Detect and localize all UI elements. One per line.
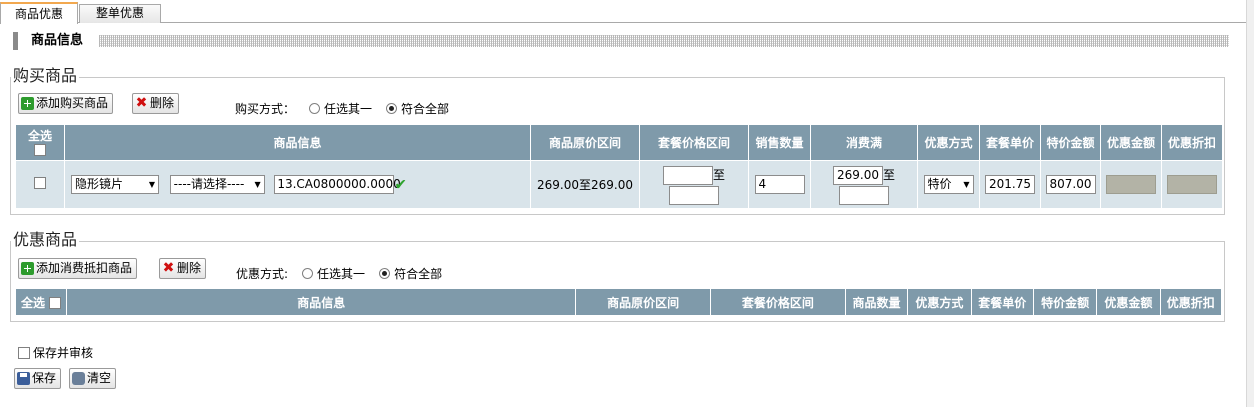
checkmark-icon: ✔ — [394, 175, 407, 194]
section-divider — [99, 35, 1229, 47]
discount-rate-field — [1167, 175, 1217, 194]
table-header-row: 全选 商品信息 商品原价区间 套餐价格区间 商品数量 优惠方式 套餐单价 特价金… — [14, 288, 1223, 316]
column-header: 优惠方式 — [917, 124, 980, 161]
price-range-cell: 269.00至269.00 — [530, 160, 640, 209]
promo-products-table: 全选 商品信息 商品原价区间 套餐价格区间 商品数量 优惠方式 套餐单价 特价金… — [14, 288, 1223, 316]
buy-option-all-label: 符合全部 — [401, 102, 450, 116]
column-header: 商品信息 — [64, 124, 531, 161]
product-code-input[interactable]: 13.CA0800000.0000 — [274, 175, 401, 194]
tab-order-discount[interactable]: 整单优惠 — [79, 4, 161, 23]
promo-option-any-radio[interactable] — [302, 268, 314, 279]
promo-option-all-label: 符合全部 — [394, 267, 443, 281]
add-icon — [21, 262, 34, 275]
sub-category-value: ----请选择---- — [173, 177, 245, 191]
discount-type-select[interactable]: 特价 ▼ — [923, 175, 974, 194]
delete-promo-button[interactable]: ✖ 删除 — [159, 258, 207, 279]
column-header: 特价金额 — [1032, 288, 1098, 316]
buy-option-any-radio[interactable] — [309, 103, 321, 114]
add-deduct-product-button[interactable]: 添加消费抵扣商品 — [18, 258, 138, 279]
promo-option-all-radio[interactable] — [379, 268, 391, 279]
promo-option-any-label: 任选其一 — [317, 267, 366, 281]
clear-button[interactable]: 清空 — [69, 368, 117, 389]
range-separator: 至 — [882, 168, 895, 182]
column-header: 套餐单价 — [979, 124, 1041, 161]
column-header: 优惠折扣 — [1159, 288, 1223, 316]
column-header: 优惠金额 — [1096, 288, 1161, 316]
select-all-checkbox[interactable] — [49, 297, 62, 309]
delete-icon: ✖ — [135, 95, 148, 111]
discount-type-value: 特价 — [927, 177, 952, 191]
section-header: 商品信息 — [13, 32, 1229, 50]
select-all-checkbox[interactable] — [34, 143, 46, 156]
add-buy-product-button[interactable]: 添加购买商品 — [18, 93, 114, 114]
delete-icon: ✖ — [162, 260, 175, 276]
column-header: 优惠折扣 — [1161, 124, 1223, 161]
delete-buy-button[interactable]: ✖ 删除 — [132, 93, 180, 114]
range-separator: 至 — [712, 168, 725, 182]
column-header: 套餐价格区间 — [639, 124, 749, 161]
column-header: 优惠方式 — [907, 288, 972, 316]
buy-products-table: 全选 商品信息 商品原价区间 套餐价格区间 销售数量 消费满 优惠方式 套餐单价… — [15, 124, 1223, 209]
column-header: 商品原价区间 — [575, 288, 712, 316]
sales-quantity-input[interactable]: 4 — [754, 175, 805, 194]
buy-mode-label: 购买方式： — [235, 102, 296, 116]
package-price-to-input[interactable] — [669, 186, 719, 205]
save-icon — [17, 372, 30, 385]
delete-buy-label: 删除 — [150, 96, 175, 110]
column-header: 套餐单价 — [970, 288, 1034, 316]
table-header-row: 全选 商品信息 商品原价区间 套餐价格区间 销售数量 消费满 优惠方式 套餐单价… — [15, 124, 1223, 161]
tab-product-discount[interactable]: 商品优惠 — [0, 2, 78, 24]
column-header: 套餐价格区间 — [710, 288, 846, 316]
spend-full-from-input[interactable]: 269.00 — [832, 166, 883, 185]
add-icon — [21, 97, 34, 110]
save-and-audit-checkbox[interactable] — [18, 346, 30, 359]
add-deduct-product-label: 添加消费抵扣商品 — [36, 261, 133, 275]
column-header: 消费满 — [810, 124, 918, 161]
chevron-down-icon: ▼ — [148, 180, 155, 189]
section-title: 商品信息 — [31, 33, 84, 48]
delete-promo-label: 删除 — [177, 261, 202, 275]
column-header: 优惠金额 — [1100, 124, 1162, 161]
add-buy-product-label: 添加购买商品 — [36, 96, 109, 110]
chevron-down-icon: ▼ — [963, 180, 970, 189]
select-all-label: 全选 — [27, 128, 52, 143]
chevron-down-icon: ▼ — [254, 180, 261, 189]
column-header: 商品原价区间 — [530, 124, 640, 161]
select-all-label: 全选 — [21, 295, 46, 310]
section-marker — [13, 32, 18, 50]
save-and-audit-label: 保存并审核 — [33, 346, 94, 360]
buy-option-all-radio[interactable] — [386, 103, 398, 114]
save-button[interactable]: 保存 — [14, 368, 62, 389]
promo-mode: 优惠方式: 任选其一 符合全部 — [236, 265, 442, 282]
promo-legend: 优惠商品 — [11, 230, 80, 249]
sub-category-select[interactable]: ----请选择---- ▼ — [169, 175, 265, 194]
vertical-scrollbar[interactable] — [1246, 0, 1254, 407]
category-select[interactable]: 隐形镜片 ▼ — [71, 175, 159, 194]
save-label: 保存 — [32, 371, 57, 385]
select-all-header: 全选 — [15, 124, 65, 161]
clear-label: 清空 — [87, 371, 112, 385]
promo-mode-label: 优惠方式: — [236, 267, 289, 281]
table-row: 隐形镜片 ▼ ----请选择---- ▼ 13.CA0800000.0000✔ 26… — [15, 160, 1223, 209]
column-header: 特价金额 — [1040, 124, 1101, 161]
column-header: 商品信息 — [66, 288, 577, 316]
row-checkbox[interactable] — [34, 177, 46, 189]
spend-full-to-input[interactable] — [839, 186, 889, 205]
save-and-audit: 保存并审核 — [18, 344, 93, 361]
package-price-from-input[interactable] — [662, 166, 713, 185]
buy-option-any-label: 任选其一 — [324, 102, 373, 116]
clear-icon — [72, 372, 85, 385]
buy-legend: 购买商品 — [11, 66, 80, 85]
buy-mode: 购买方式： 任选其一 符合全部 — [235, 100, 449, 117]
column-header: 商品数量 — [844, 288, 909, 316]
category-value: 隐形镜片 — [75, 177, 124, 191]
package-unit-price-input[interactable]: 201.75 — [985, 175, 1035, 194]
discount-amount-field — [1106, 175, 1156, 194]
special-amount-input[interactable]: 807.00 — [1045, 175, 1096, 194]
column-header: 销售数量 — [748, 124, 811, 161]
select-all-header: 全选 — [14, 288, 68, 316]
tab-bar: 商品优惠 整单优惠 — [0, 0, 1246, 24]
